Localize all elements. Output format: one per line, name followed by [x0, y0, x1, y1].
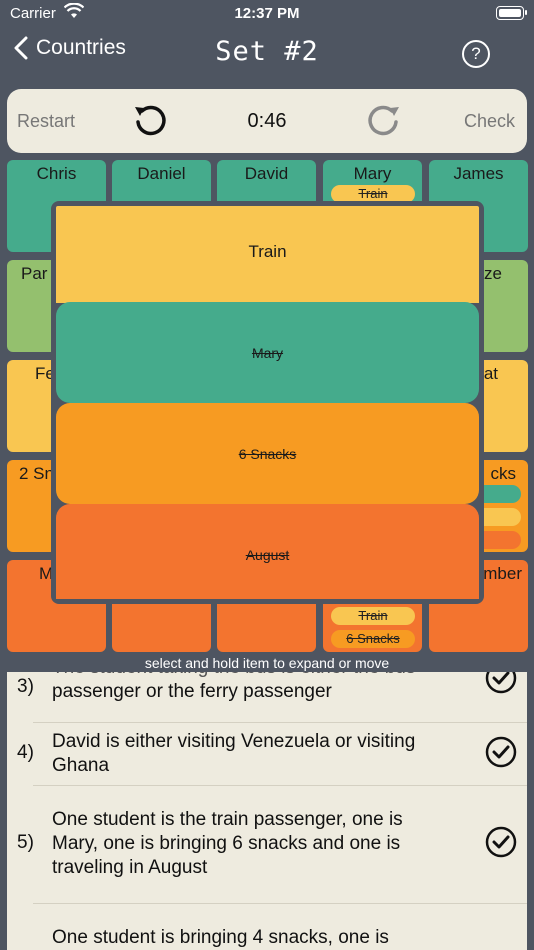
clue-text: David is either visiting Venezuela or vi… [52, 731, 416, 776]
clue-text-hidden: The student taking the bus is either the… [52, 672, 452, 680]
clue-text: One student is bringing 4 snacks, one is [52, 927, 389, 948]
overlay-item-label: Train [248, 242, 287, 261]
page-title: Set #2 [215, 36, 319, 67]
nav-bar: Countries Set #2 ? [0, 32, 534, 78]
clue-text: passenger or the ferry passenger [52, 681, 332, 702]
check-circle-icon[interactable] [485, 826, 517, 863]
cell-label: Chris [36, 164, 77, 183]
check-circle-icon[interactable] [485, 736, 517, 773]
overlay-item-label: Mary [251, 345, 284, 361]
divider [33, 903, 527, 904]
clue-number: 5) [17, 832, 34, 853]
redo-icon[interactable] [366, 103, 402, 144]
overlay-item-label: August [245, 547, 290, 563]
clues-list[interactable]: 3) The student taking the bus is either … [7, 672, 527, 950]
divider [33, 785, 527, 786]
overlay-item-train[interactable]: Train [56, 206, 479, 303]
timer: 0:46 [247, 110, 287, 132]
cell-label: ze [484, 264, 502, 283]
expanded-cell-overlay: Train Mary 6 Snacks August [51, 201, 484, 604]
status-bar: Carrier 12:37 PM [0, 0, 534, 30]
cell-label: Mary [353, 164, 392, 183]
cell-label: Daniel [137, 164, 186, 183]
overlay-item-label: 6 Snacks [238, 446, 297, 462]
overlay-item-mary[interactable]: Mary [56, 302, 479, 403]
clue-number: 4) [17, 742, 34, 763]
battery-icon [496, 6, 527, 20]
cell-label: mber [483, 564, 522, 583]
overlay-item-6-snacks[interactable]: 6 Snacks [56, 403, 479, 504]
clock: 12:37 PM [234, 5, 300, 22]
toolbar: Restart 0:46 Check [7, 89, 527, 153]
divider [33, 722, 527, 723]
cell-label: at [483, 364, 498, 383]
cell-chip[interactable]: 6 Snacks [331, 630, 415, 648]
clue-text: One student is the train passenger, one … [52, 809, 403, 878]
cell-label: James [453, 164, 504, 183]
cell-label: David [244, 164, 289, 183]
check-button[interactable]: Check [464, 111, 515, 132]
clue-number: 3) [17, 676, 34, 697]
hint-text: select and hold item to expand or move [144, 655, 390, 671]
check-circle-icon[interactable] [485, 672, 517, 699]
cell-label: cks [490, 464, 517, 483]
overlay-item-august[interactable]: August [56, 504, 479, 599]
cell-chip[interactable]: Train [331, 607, 415, 625]
help-button[interactable]: ? [462, 40, 490, 68]
